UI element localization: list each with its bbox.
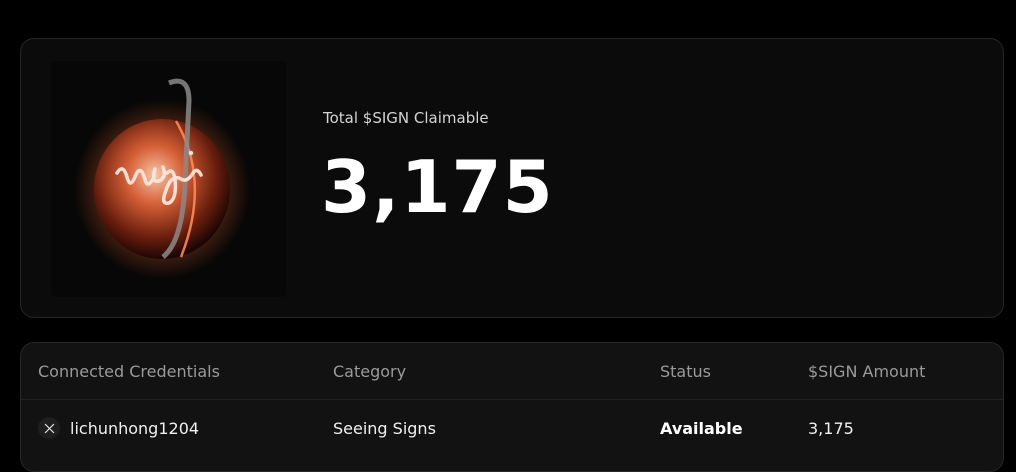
header-category: Category <box>333 362 407 381</box>
table-header: Connected Credentials Category Status $S… <box>21 343 1003 400</box>
header-status: Status <box>660 362 711 381</box>
header-sign-amount: $SIGN Amount <box>808 362 926 381</box>
credential-username: lichunhong1204 <box>70 418 200 438</box>
claim-summary-card: Total $SIGN Claimable 3,175 <box>20 38 1004 318</box>
claimable-amount: 3,175 <box>321 145 554 229</box>
header-connected-credentials: Connected Credentials <box>38 362 220 381</box>
credentials-table: Connected Credentials Category Status $S… <box>20 342 1004 472</box>
orb-icon <box>74 78 250 279</box>
sign-orb-artwork <box>51 61 286 297</box>
category-value: Seeing Signs <box>333 419 436 438</box>
table-row[interactable]: lichunhong1204 Seeing Signs Available 3,… <box>21 400 1003 460</box>
x-logo-icon <box>38 417 60 439</box>
credential-cell: lichunhong1204 <box>38 416 199 440</box>
amount-value: 3,175 <box>808 419 854 438</box>
status-value: Available <box>660 419 743 438</box>
claimable-label: Total $SIGN Claimable <box>323 109 489 127</box>
